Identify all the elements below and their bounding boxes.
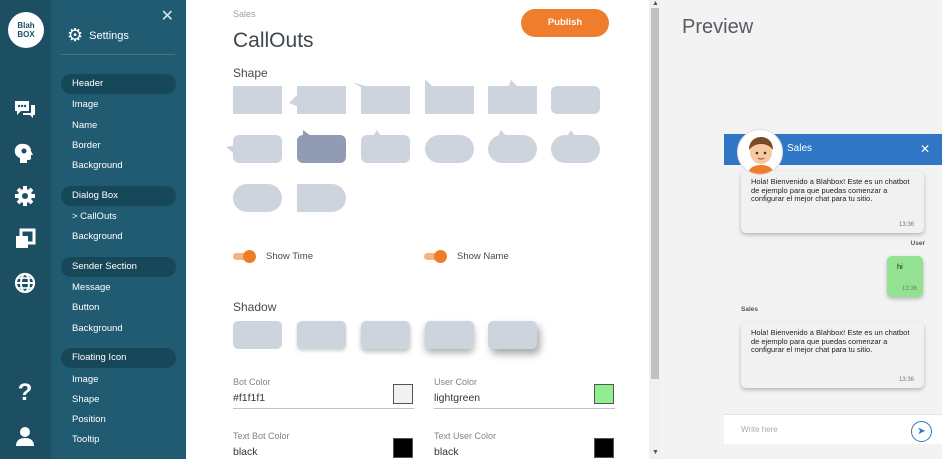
sender-name-bot: Sales	[741, 306, 758, 313]
sidebar-item-image[interactable]: Image	[72, 374, 98, 385]
shape-option[interactable]	[551, 130, 600, 163]
message-time: 13:36	[898, 376, 914, 383]
chat-icon[interactable]	[12, 96, 38, 122]
icon-rail: Blah BOX ?	[0, 0, 51, 459]
sidebar-item-position[interactable]: Position	[72, 414, 106, 425]
message-time: 13:36	[898, 221, 914, 228]
shape-option[interactable]	[233, 184, 282, 212]
user-color-input[interactable]: lightgreen	[434, 392, 480, 404]
preview-panel: Preview Sales ✕ Hola! Bienvenido a Blahb…	[661, 0, 942, 459]
show-name-label: Show Name	[457, 251, 509, 262]
sidebar-item-message[interactable]: Message	[72, 282, 111, 293]
scroll-down-icon[interactable]: ▼	[652, 449, 659, 456]
close-icon[interactable]: ✕	[161, 6, 174, 26]
text-bot-color-label: Text Bot Color	[233, 431, 290, 441]
shape-option[interactable]	[233, 86, 282, 114]
sidebar-item-button[interactable]: Button	[72, 302, 99, 313]
chat-input-placeholder[interactable]: Write here	[741, 425, 778, 434]
send-icon[interactable]: ➤	[911, 421, 932, 442]
text-bot-color-swatch[interactable]	[393, 438, 413, 458]
publish-button[interactable]: Publish	[521, 9, 609, 37]
show-time-toggle[interactable]	[233, 249, 257, 263]
shadow-option[interactable]	[361, 321, 410, 349]
sidebar-group-sender-section[interactable]: Sender Section	[61, 257, 176, 277]
shape-option[interactable]	[488, 80, 537, 114]
bot-avatar	[737, 129, 783, 175]
bot-message: Hola! Bienvenido a Blahbox! Este es un c…	[741, 322, 924, 388]
text-user-color-label: Text User Color	[434, 431, 497, 441]
sidebar-group-header[interactable]: Header	[61, 74, 176, 94]
bot-color-input[interactable]: #f1f1f1	[233, 392, 265, 404]
settings-sidebar: ✕ ⚙ Settings Header Image Name Border Ba…	[51, 0, 186, 459]
blahbox-logo[interactable]: Blah BOX	[8, 12, 44, 48]
sidebar-item-background[interactable]: Background	[72, 231, 123, 242]
shape-option[interactable]	[353, 82, 410, 114]
globe-icon[interactable]	[12, 270, 38, 296]
sidebar-item-image[interactable]: Image	[72, 99, 98, 110]
text-user-color-swatch[interactable]	[594, 438, 614, 458]
chat-input-bar[interactable]: Write here ➤	[724, 414, 942, 444]
text-user-color-input[interactable]: black	[434, 446, 459, 458]
close-icon[interactable]: ✕	[920, 142, 930, 156]
text-bot-color-input[interactable]: black	[233, 446, 258, 458]
sidebar-item-shape[interactable]: Shape	[72, 394, 99, 405]
shadow-option[interactable]	[297, 321, 346, 349]
sidebar-item-background[interactable]: Background	[72, 323, 123, 334]
message-time: 13:36	[901, 285, 917, 292]
shadow-option[interactable]	[488, 321, 537, 349]
shape-option[interactable]	[361, 130, 410, 163]
chat-header-name: Sales	[787, 143, 813, 154]
window-icon[interactable]	[12, 226, 38, 252]
bot-message: Hola! Bienvenido a Blahbox! Este es un c…	[741, 171, 924, 233]
shadow-option[interactable]	[425, 321, 474, 349]
preview-title: Preview	[682, 16, 754, 38]
user-color-swatch[interactable]	[594, 384, 614, 404]
user-color-label: User Color	[434, 377, 478, 387]
page-title: CallOuts	[233, 29, 314, 52]
shape-option[interactable]	[425, 135, 474, 163]
shadow-section-label: Shadow	[233, 300, 277, 314]
shape-option[interactable]	[425, 79, 474, 114]
shadow-option[interactable]	[233, 321, 282, 349]
chat-messages: Hola! Bienvenido a Blahbox! Este es un c…	[724, 165, 942, 414]
help-icon[interactable]: ?	[12, 379, 38, 406]
bot-color-swatch[interactable]	[393, 384, 413, 404]
scrollbar-thumb[interactable]	[651, 8, 659, 379]
scroll-up-icon[interactable]: ▲	[652, 0, 659, 7]
gear-icon[interactable]	[12, 183, 38, 209]
show-name-toggle[interactable]	[424, 249, 448, 263]
shape-option[interactable]	[289, 86, 346, 114]
shape-section-label: Shape	[233, 66, 268, 80]
bot-color-label: Bot Color	[233, 377, 271, 387]
sidebar-item-border[interactable]: Border	[72, 140, 101, 151]
sidebar-group-dialog-box[interactable]: Dialog Box	[61, 186, 176, 206]
shape-option[interactable]	[488, 130, 537, 163]
breadcrumb[interactable]: Sales	[233, 9, 256, 19]
sidebar-group-floating-icon[interactable]: Floating Icon	[61, 348, 176, 368]
sidebar-item-name[interactable]: Name	[72, 120, 97, 131]
shape-option[interactable]	[551, 86, 600, 114]
gear-icon: ⚙	[67, 25, 84, 45]
divider	[61, 54, 175, 55]
bot-color-underline	[233, 408, 414, 409]
sidebar-title: ⚙ Settings	[67, 25, 129, 45]
head-icon[interactable]	[12, 140, 38, 166]
sender-name-user: User	[910, 240, 925, 247]
show-time-label: Show Time	[266, 251, 313, 262]
sidebar-item-tooltip[interactable]: Tooltip	[72, 434, 99, 445]
callouts-editor: Sales CallOuts Publish Shape Show Time S…	[186, 0, 649, 459]
user-icon[interactable]	[12, 423, 38, 449]
shape-option[interactable]	[297, 184, 346, 212]
user-color-underline	[434, 408, 615, 409]
shape-option[interactable]	[226, 135, 282, 163]
sidebar-item-background[interactable]: Background	[72, 160, 123, 171]
editor-scrollbar[interactable]: ▲ ▼	[649, 0, 661, 459]
user-message: hi 13:36	[887, 256, 923, 297]
shape-option-selected[interactable]	[297, 130, 346, 163]
sidebar-item-callouts[interactable]: > CallOuts	[72, 211, 117, 222]
